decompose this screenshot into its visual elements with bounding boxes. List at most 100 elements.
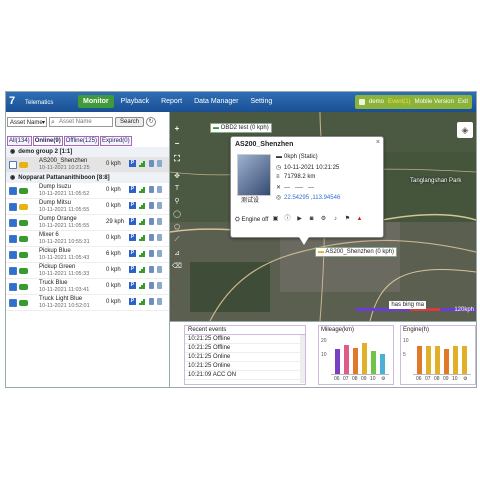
asset-row[interactable]: Pickup Blue 10-11-2021 11:05:43 6 kph P [6, 247, 169, 263]
info-icon[interactable]: ⓘ [283, 215, 292, 224]
event-item[interactable]: 10:21:25 Offline [185, 335, 305, 344]
nav-setting[interactable]: Setting [245, 95, 277, 108]
map-label-obd2[interactable]: ▬ OBD2 test (0 kph) [210, 123, 272, 133]
compass-icon: ◎ [276, 195, 282, 201]
map-link[interactable]: has bing ma [389, 301, 426, 309]
event-link[interactable]: Event(1) [388, 99, 411, 105]
filter-expired[interactable]: Expired(0) [99, 136, 132, 146]
command-icon[interactable]: ⚙ [319, 215, 328, 224]
map-label-vehicle[interactable]: ▬ AS200_Shenzhen (0 kph) [315, 247, 398, 257]
map-view[interactable]: + − ⛶ ✥ T ⚲ ◯ ⬠ ⟋ ⊿ ⌫ ▬ OBD2 test (0 kph… [170, 112, 476, 321]
chart-bar[interactable] [344, 345, 349, 374]
popup-location-value[interactable]: 22.54295 ,113.94546 [284, 195, 340, 201]
chart-bar[interactable] [362, 343, 367, 374]
battery-icon [157, 250, 162, 257]
main-nav: Monitor Playback Report Data Manager Set… [78, 95, 277, 108]
text-tool-icon[interactable]: T [172, 185, 182, 192]
logo-text: Telematics [25, 100, 54, 106]
asset-row[interactable]: Pickup Green 10-11-2021 11:05:33 0 kph P [6, 263, 169, 279]
nav-monitor[interactable]: Monitor [78, 95, 114, 108]
zoom-in-button[interactable]: + [172, 124, 182, 133]
asset-row[interactable]: Mixer 6 10-11-2021 10:55:31 0 kph P [6, 231, 169, 247]
ruler-tool-icon[interactable]: ⊿ [172, 249, 182, 257]
chart-bar[interactable] [453, 346, 458, 374]
camera-icon[interactable]: ◙ [307, 215, 316, 224]
mobile-version-link[interactable]: Mobile Version [415, 99, 454, 105]
asset-checkbox[interactable] [9, 186, 17, 195]
chart-bar[interactable] [426, 346, 431, 374]
event-item[interactable]: 10:21:09 ACC ON [185, 371, 305, 380]
x-tick: 10 [452, 376, 458, 382]
asset-checkbox[interactable] [9, 202, 17, 211]
pan-tool-icon[interactable]: ✥ [172, 172, 182, 180]
gps-icon [149, 186, 154, 193]
car-icon: ▬ [318, 249, 324, 255]
close-icon[interactable]: × [376, 139, 380, 146]
event-item[interactable]: 10:21:25 Offline [185, 344, 305, 353]
parking-icon: P [129, 250, 136, 257]
exit-link[interactable]: Exit [458, 99, 468, 105]
chart-bar[interactable] [335, 349, 340, 374]
user-name[interactable]: demo [369, 99, 384, 105]
chart-bar[interactable] [371, 351, 376, 374]
clear-tool-icon[interactable]: ⌫ [172, 262, 182, 270]
zoom-out-button[interactable]: − [172, 139, 182, 148]
asset-row[interactable]: AS200_Shenzhen 10-11-2021 10:21:25 0 kph P [6, 157, 169, 173]
asset-checkbox[interactable] [9, 234, 17, 243]
chart-bar[interactable] [380, 354, 385, 374]
asset-row[interactable]: Truck Light Blue 10-11-2021 10:52:01 0 kph… [6, 295, 169, 311]
popup-status-value: 0kph (Static) [284, 154, 318, 160]
layer-switch-icon[interactable]: ◈ [457, 122, 473, 138]
asset-checkbox[interactable] [9, 160, 17, 169]
events-scrollbar[interactable] [300, 335, 305, 383]
event-item[interactable]: 10:21:25 Online [185, 362, 305, 371]
asset-speed: 0 kph [106, 161, 121, 167]
battery-icon [157, 266, 162, 273]
chart-bar[interactable] [444, 349, 449, 374]
asset-checkbox[interactable] [9, 266, 17, 275]
asset-row[interactable]: Truck Blue 10-11-2021 11:03:41 0 kph P [6, 279, 169, 295]
chart-bar[interactable] [353, 348, 358, 374]
user-icon [358, 99, 365, 105]
nav-data-manager[interactable]: Data Manager [189, 95, 243, 108]
event-item[interactable]: 10:21:25 Online [185, 353, 305, 362]
asset-row[interactable]: Dump Orange 10-11-2021 11:05:55 29 kph P [6, 215, 169, 231]
chart-bar[interactable] [417, 346, 422, 374]
nav-report[interactable]: Report [156, 95, 187, 108]
chart-bar[interactable] [435, 346, 440, 374]
vehicle-icon [19, 251, 28, 258]
asset-row[interactable]: Dump Isuzu 10-11-2021 11:05:52 0 kph P [6, 183, 169, 199]
playback-icon[interactable]: ▶ [295, 215, 304, 224]
filter-offline[interactable]: Offline(125) [63, 136, 99, 146]
chart-bar[interactable] [462, 346, 467, 374]
alarm-icon[interactable]: ▲ [355, 215, 364, 224]
tracking-icon[interactable]: ▣ [271, 215, 280, 224]
fullscreen-button[interactable]: ⛶ [172, 154, 182, 164]
chart-settings-icon[interactable]: ⚙ [463, 376, 467, 382]
asset-row[interactable]: Dump Mitsu 10-11-2021 11:05:55 0 kph P [6, 199, 169, 215]
pin-tool-icon[interactable]: ⚲ [172, 197, 182, 205]
search-type-select[interactable]: Asset Name [7, 116, 47, 128]
group-header[interactable]: ◉ demo group 2 [1:1] [6, 147, 169, 157]
microphone-icon[interactable]: ♪ [331, 215, 340, 224]
group-header[interactable]: ◉ Nopparat Pattananithiboon [8:8] [6, 173, 169, 183]
filter-all[interactable]: All(134) [7, 136, 32, 146]
refresh-icon[interactable]: ↻ [146, 116, 157, 127]
circle-tool-icon[interactable]: ◯ [172, 210, 182, 218]
x-tick: 10 [370, 376, 376, 382]
measure-tool-icon[interactable]: ⟋ [172, 236, 182, 244]
eye-icon[interactable]: ◉ [10, 147, 15, 157]
asset-checkbox[interactable] [9, 250, 17, 259]
search-button[interactable]: Search [115, 116, 145, 127]
asset-checkbox[interactable] [9, 282, 17, 291]
eye-icon[interactable]: ◉ [10, 173, 15, 183]
search-input[interactable]: ⌕ Asset Name [49, 116, 113, 127]
geofence-icon[interactable]: ⚑ [343, 215, 352, 224]
chart-settings-icon[interactable]: ⚙ [381, 376, 385, 382]
asset-checkbox[interactable] [9, 218, 17, 227]
asset-time: 10-11-2021 11:05:33 [39, 271, 90, 277]
filter-online[interactable]: Online(9) [32, 136, 63, 146]
asset-checkbox[interactable] [9, 298, 17, 307]
polygon-tool-icon[interactable]: ⬠ [172, 223, 182, 231]
nav-playback[interactable]: Playback [116, 95, 154, 108]
